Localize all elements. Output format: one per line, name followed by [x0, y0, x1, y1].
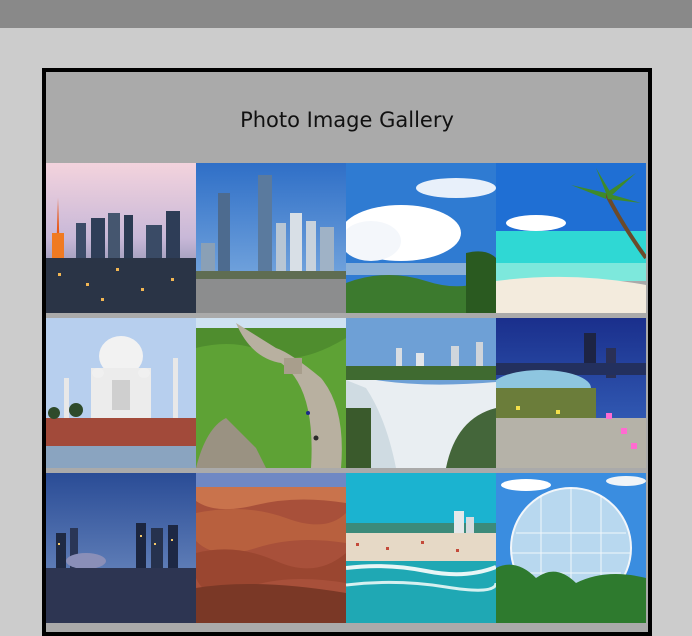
- photo-gallery: Photo Image Gallery: [42, 68, 652, 636]
- photo-tokyo-skyline[interactable]: [46, 163, 196, 313]
- photo-niagara-falls[interactable]: [346, 318, 496, 468]
- photo-green-hills[interactable]: [346, 163, 496, 313]
- browser-top-bar: [0, 0, 692, 28]
- photo-taj-mahal[interactable]: [46, 318, 196, 468]
- photo-tropical-beach[interactable]: [496, 163, 646, 313]
- photo-city-river[interactable]: [196, 163, 346, 313]
- photo-great-wall[interactable]: [196, 318, 346, 468]
- gallery-title: Photo Image Gallery: [240, 107, 454, 132]
- gallery-header: Photo Image Gallery: [46, 72, 648, 163]
- photo-dome-stadium[interactable]: [496, 318, 646, 468]
